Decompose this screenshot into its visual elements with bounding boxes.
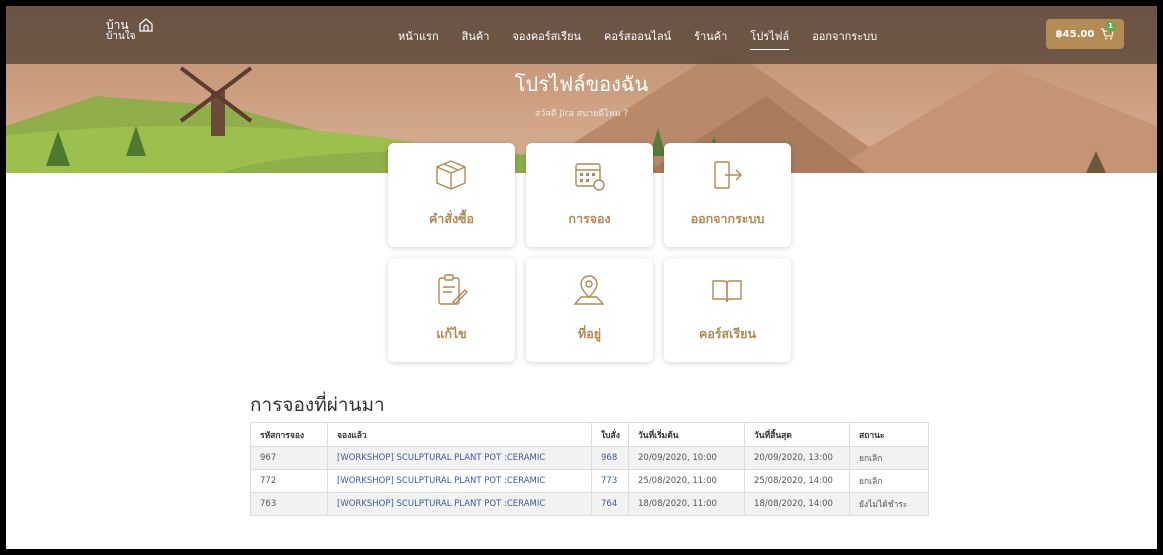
- booking-item-link[interactable]: [WORKSHOP] SCULPTURAL PLANT POT :CERAMIC: [327, 446, 592, 470]
- start-date: 18/08/2020, 11:00: [628, 492, 745, 516]
- header-order: ใบสั่ง: [591, 422, 629, 447]
- card-edit-label: แก้ไข: [436, 326, 467, 341]
- box-icon: [436, 160, 466, 190]
- card-orders[interactable]: คำสั่งซื้อ: [388, 143, 515, 247]
- bookings-table: รหัสการจอง จองแล้ว ใบสั่ง วันที่เริ่มต้น…: [250, 422, 929, 516]
- cart-total: ฿45.00: [1055, 28, 1095, 40]
- page-title: โปรไฟล์ของฉัน: [514, 72, 649, 96]
- header-booking-id: รหัสการจอง: [250, 422, 328, 447]
- nav-logout[interactable]: ออกจากระบบ: [812, 27, 877, 50]
- card-edit[interactable]: แก้ไข: [388, 258, 515, 362]
- table-row: 967 [WORKSHOP] SCULPTURAL PLANT POT :CER…: [250, 446, 929, 470]
- main-nav: หน้าแรก สินค้า จองคอร์สเรียน คอร์สออนไลน…: [398, 27, 900, 50]
- status: ยกเลิก: [849, 446, 929, 470]
- house-icon: [139, 18, 153, 32]
- card-address-label: ที่อยู่: [577, 326, 602, 341]
- logout-icon: [714, 161, 742, 189]
- table-header-row: รหัสการจอง จองแล้ว ใบสั่ง วันที่เริ่มต้น…: [250, 422, 929, 447]
- header-end-date: วันที่สิ้นสุด: [744, 422, 850, 447]
- order-link[interactable]: 773: [591, 469, 629, 493]
- logo-line2: บ้านใจ: [106, 31, 136, 42]
- card-courses[interactable]: คอร์สเรียน: [664, 258, 791, 362]
- card-bookings-label: การจอง: [568, 211, 611, 226]
- nav-online-course[interactable]: คอร์สออนไลน์: [604, 27, 671, 50]
- past-bookings-title: การจองที่ผ่านมา: [250, 394, 385, 416]
- card-address[interactable]: ที่อยู่: [526, 258, 653, 362]
- nav-products[interactable]: สินค้า: [462, 27, 490, 50]
- greeting-text: สวัสดี Jira สบายดีไหม ?: [534, 109, 629, 119]
- booking-id: 763: [250, 492, 328, 516]
- logo-line1: บ้าน: [106, 18, 129, 32]
- card-logout[interactable]: ออกจากระบบ: [664, 143, 791, 247]
- order-link[interactable]: 968: [591, 446, 629, 470]
- status: ยกเลิก: [849, 469, 929, 493]
- start-date: 25/08/2020, 11:00: [628, 469, 745, 493]
- card-courses-label: คอร์สเรียน: [698, 326, 757, 341]
- booking-id: 772: [250, 469, 328, 493]
- order-link[interactable]: 764: [591, 492, 629, 516]
- calendar-icon: [575, 163, 605, 191]
- cart-button[interactable]: ฿45.00 1: [1046, 19, 1124, 49]
- nav-profile[interactable]: โปรไฟล์: [750, 27, 790, 50]
- map-pin-icon: [573, 275, 605, 305]
- nav-home[interactable]: หน้าแรก: [398, 27, 439, 50]
- booking-item-link[interactable]: [WORKSHOP] SCULPTURAL PLANT POT :CERAMIC: [327, 492, 592, 516]
- top-navigation-bar: บ้าน บ้านใจ หน้าแรก สินค้า จองคอร์สเรียน…: [6, 6, 1157, 64]
- card-bookings[interactable]: การจอง: [526, 143, 653, 247]
- edit-clipboard-icon: [438, 274, 468, 305]
- end-date: 18/08/2020, 14:00: [744, 492, 850, 516]
- booking-item-link[interactable]: [WORKSHOP] SCULPTURAL PLANT POT :CERAMIC: [327, 469, 592, 493]
- cart-count-badge: 1: [1105, 21, 1116, 32]
- card-orders-label: คำสั่งซื้อ: [428, 211, 475, 226]
- nav-book-course[interactable]: จองคอร์สเรียน: [512, 27, 581, 50]
- header-status: สถานะ: [849, 422, 929, 447]
- page-frame: บ้าน บ้านใจ หน้าแรก สินค้า จองคอร์สเรียน…: [6, 6, 1157, 549]
- header-start-date: วันที่เริ่มต้น: [628, 422, 745, 447]
- start-date: 20/09/2020, 10:00: [628, 446, 745, 470]
- status: ยังไม่ได้ชำระ: [849, 492, 929, 516]
- site-logo[interactable]: บ้าน บ้านใจ: [106, 18, 153, 43]
- card-logout-label: ออกจากระบบ: [690, 211, 765, 226]
- table-row: 772 [WORKSHOP] SCULPTURAL PLANT POT :CER…: [250, 469, 929, 493]
- end-date: 25/08/2020, 14:00: [744, 469, 850, 493]
- book-icon: [712, 280, 742, 303]
- table-row: 763 [WORKSHOP] SCULPTURAL PLANT POT :CER…: [250, 492, 929, 516]
- nav-shop[interactable]: ร้านค้า: [694, 27, 727, 50]
- booking-id: 967: [250, 446, 328, 470]
- end-date: 20/09/2020, 13:00: [744, 446, 850, 470]
- header-booked-item: จองแล้ว: [327, 422, 592, 447]
